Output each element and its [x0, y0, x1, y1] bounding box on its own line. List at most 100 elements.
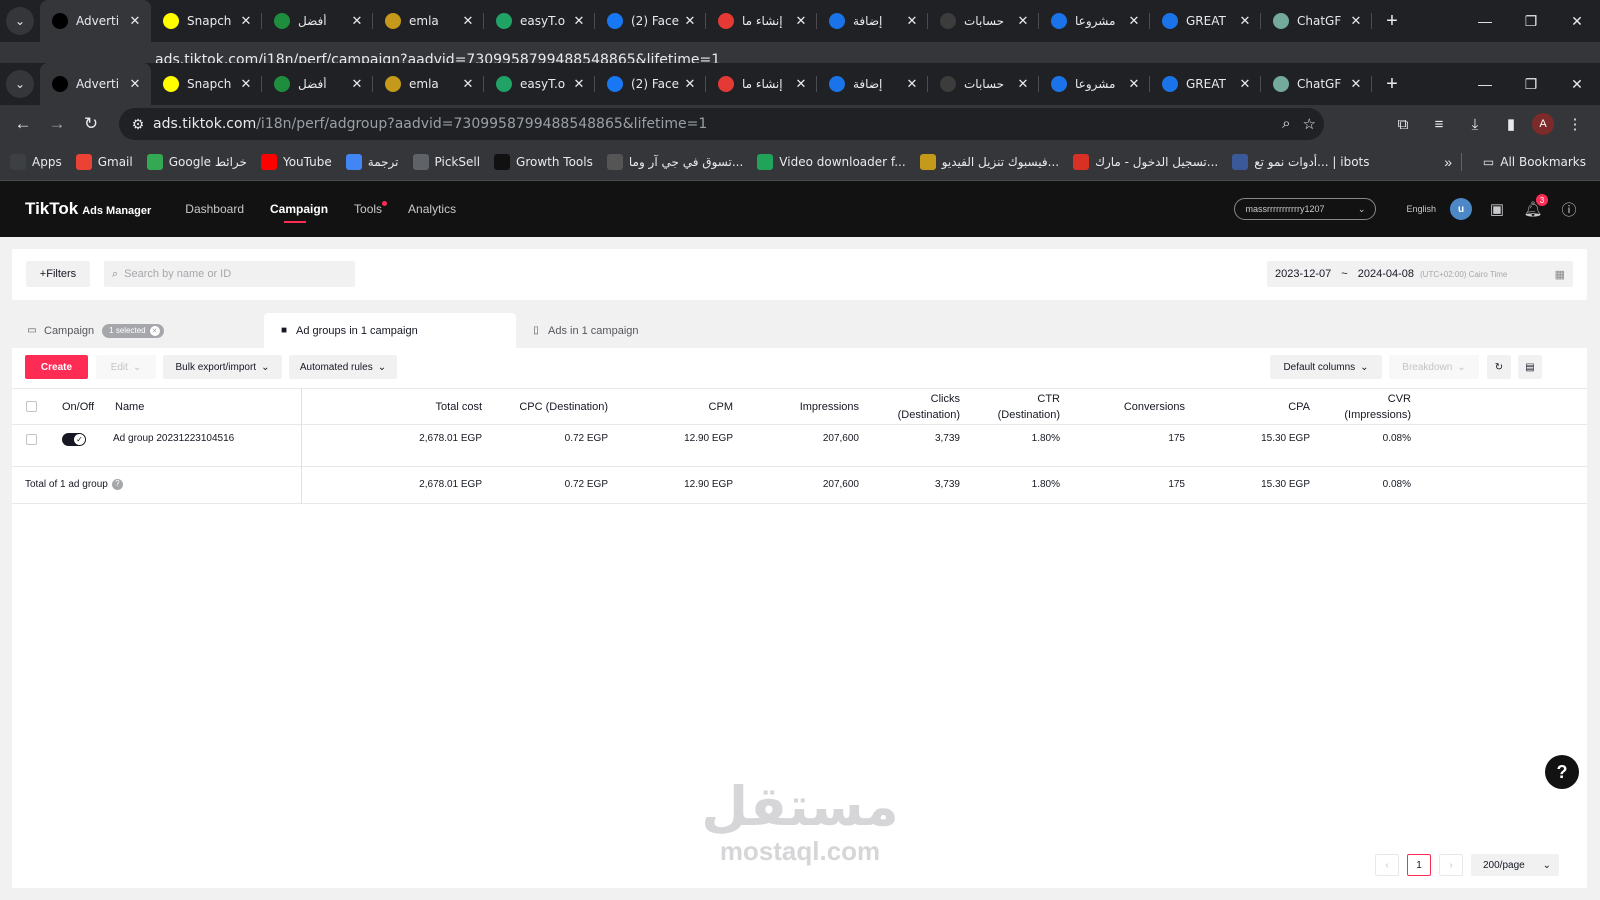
table-row[interactable]: ✓ Ad group 20231223104516 2,678.01 EGP 0… — [12, 425, 1587, 467]
notification-bell-icon[interactable]: 🔔︎ 3 — [1522, 194, 1548, 220]
select-all-checkbox[interactable] — [26, 401, 37, 412]
clear-selection-icon[interactable]: ✕ — [149, 325, 160, 336]
automated-rules-button[interactable]: Automated rules ⌄ — [289, 355, 397, 379]
menu-kebab-icon[interactable]: ⋮ — [1560, 109, 1590, 139]
onoff-toggle[interactable]: ✓ — [62, 433, 86, 446]
selected-chip[interactable]: 1 selected ✕ — [102, 323, 164, 338]
close-tab-icon[interactable]: ✕ — [1237, 76, 1253, 92]
close-tab-icon[interactable]: ✕ — [1237, 13, 1253, 29]
close-tab-icon[interactable]: ✕ — [571, 13, 587, 29]
tab-adgroups[interactable]: ■ Ad groups in 1 campaign — [264, 313, 516, 348]
downloads-icon[interactable]: ⤓ — [1460, 109, 1490, 139]
prev-page-button[interactable]: ‹ — [1375, 854, 1399, 876]
nav-dashboard[interactable]: Dashboard — [185, 181, 244, 237]
search-input[interactable]: ⌕ Search by name or ID — [104, 261, 355, 287]
bulk-export-import-button[interactable]: Bulk export/import ⌄ — [163, 355, 282, 379]
bookmark-item[interactable]: YouTube — [260, 153, 332, 170]
browser-tab[interactable]: إنشاء ما ✕ — [706, 0, 817, 42]
close-tab-icon[interactable]: ✕ — [793, 76, 809, 92]
bookmark-item[interactable]: فيسبوك تنزيل الفيديو... — [919, 153, 1059, 170]
close-tab-icon[interactable]: ✕ — [127, 76, 143, 92]
header-cpc[interactable]: CPC (Destination) — [519, 399, 608, 415]
bookmark-item[interactable]: PickSell — [412, 153, 480, 170]
browser-tab[interactable]: حسابات ✕ — [928, 63, 1039, 105]
close-tab-icon[interactable]: ✕ — [238, 13, 254, 29]
close-window-icon[interactable]: ✕ — [1554, 13, 1600, 30]
restore-icon[interactable]: ❐ — [1508, 76, 1554, 93]
browser-tab[interactable]: Snapch ✕ — [151, 0, 262, 42]
language-switch[interactable]: English — [1406, 204, 1436, 214]
close-tab-icon[interactable]: ✕ — [904, 76, 920, 92]
bookmark-item[interactable]: تسوق في جي آر وما... — [606, 153, 743, 170]
header-clicks[interactable]: Clicks (Destination) — [880, 391, 960, 423]
more-bookmarks-icon[interactable]: » — [1444, 154, 1452, 170]
row-checkbox[interactable] — [26, 434, 37, 445]
browser-tab[interactable]: (2) Face ✕ — [595, 0, 706, 42]
browser-tab[interactable]: (2) Face ✕ — [595, 63, 706, 105]
bookmark-item[interactable]: Apps — [10, 153, 62, 170]
close-tab-icon[interactable]: ✕ — [571, 76, 587, 92]
page-size-select[interactable]: 200/page ⌄ — [1471, 854, 1559, 876]
close-tab-icon[interactable]: ✕ — [682, 76, 698, 92]
browser-tab[interactable]: مشروعا ✕ — [1039, 0, 1150, 42]
bookmark-item[interactable]: Gmail — [75, 153, 133, 170]
browser-tab[interactable]: easyT.o ✕ — [484, 63, 595, 105]
close-tab-icon[interactable]: ✕ — [127, 13, 143, 29]
close-tab-icon[interactable]: ✕ — [349, 13, 365, 29]
browser-tab[interactable]: ChatGF ✕ — [1261, 63, 1372, 105]
export-icon[interactable]: ▤ — [1518, 355, 1542, 379]
restore-icon[interactable]: ❐ — [1508, 13, 1554, 30]
bookmark-item[interactable]: Growth Tools — [494, 153, 593, 170]
close-tab-icon[interactable]: ✕ — [349, 76, 365, 92]
browser-tab[interactable]: ChatGF ✕ — [1261, 0, 1372, 42]
profile-avatar[interactable]: A — [1532, 113, 1554, 135]
filters-button[interactable]: + Filters — [26, 261, 90, 287]
zoom-search-icon[interactable]: ⌕ — [1282, 115, 1290, 133]
back-arrow-icon[interactable]: ← — [6, 107, 40, 141]
bookmark-item[interactable]: Google خرائط — [146, 153, 247, 170]
header-conversions[interactable]: Conversions — [1124, 399, 1185, 415]
bookmark-item[interactable]: ترجمة — [345, 153, 399, 170]
tab-campaign[interactable]: ▭ Campaign 1 selected ✕ — [12, 313, 264, 348]
browser-tab[interactable]: Snapch ✕ — [151, 63, 262, 105]
site-settings-icon[interactable]: ⚙ — [123, 116, 153, 133]
refresh-icon[interactable]: ↻ — [1487, 355, 1511, 379]
header-total-cost[interactable]: Total cost — [436, 399, 482, 415]
breakdown-button[interactable]: Breakdown ⌄ — [1389, 355, 1479, 379]
briefcase-icon[interactable]: ▣ — [1486, 198, 1508, 220]
minimize-icon[interactable]: — — [1462, 76, 1508, 92]
nav-analytics[interactable]: Analytics — [408, 181, 456, 237]
page-number[interactable]: 1 — [1407, 854, 1431, 876]
browser-tab[interactable]: أفضل ✕ — [262, 63, 373, 105]
create-button[interactable]: Create — [25, 355, 88, 379]
bookmark-item[interactable]: تسجيل الدخول - مارك... — [1073, 153, 1218, 170]
side-panel-icon[interactable]: ▮ — [1496, 109, 1526, 139]
close-tab-icon[interactable]: ✕ — [460, 76, 476, 92]
tab-search-icon[interactable]: ⌄ — [6, 70, 34, 98]
nav-tools[interactable]: Tools — [354, 181, 388, 237]
help-circle-icon[interactable]: ⓘ — [1558, 198, 1580, 220]
close-tab-icon[interactable]: ✕ — [1015, 76, 1031, 92]
close-tab-icon[interactable]: ✕ — [238, 76, 254, 92]
browser-tab[interactable]: مشروعا ✕ — [1039, 63, 1150, 105]
forward-arrow-icon[interactable]: → — [40, 107, 74, 141]
header-cpa[interactable]: CPA — [1288, 399, 1310, 415]
close-tab-icon[interactable]: ✕ — [1015, 13, 1031, 29]
bookmark-star-icon[interactable]: ☆ — [1303, 115, 1316, 133]
browser-tab[interactable]: حسابات ✕ — [928, 0, 1039, 42]
reload-icon[interactable]: ↻ — [74, 107, 108, 141]
browser-tab[interactable]: emla ✕ — [373, 63, 484, 105]
date-range-picker[interactable]: 2023-12-07 ~ 2024-04-08 (UTC+02:00) Cair… — [1267, 261, 1573, 287]
media-controls-icon[interactable]: ≡ — [1424, 109, 1454, 139]
next-page-button[interactable]: › — [1439, 854, 1463, 876]
bookmark-item[interactable]: أدوات نمو تع... | ibots — [1232, 153, 1370, 170]
help-icon[interactable]: ? — [111, 478, 123, 490]
close-tab-icon[interactable]: ✕ — [1348, 76, 1364, 92]
header-impressions[interactable]: Impressions — [800, 399, 859, 415]
new-tab-icon[interactable]: + — [1378, 7, 1406, 35]
user-avatar[interactable]: u — [1450, 198, 1472, 220]
close-tab-icon[interactable]: ✕ — [682, 13, 698, 29]
header-ctr[interactable]: CTR (Destination) — [980, 391, 1060, 423]
header-cpm[interactable]: CPM — [709, 399, 733, 415]
browser-tab[interactable]: إضافة ✕ — [817, 0, 928, 42]
